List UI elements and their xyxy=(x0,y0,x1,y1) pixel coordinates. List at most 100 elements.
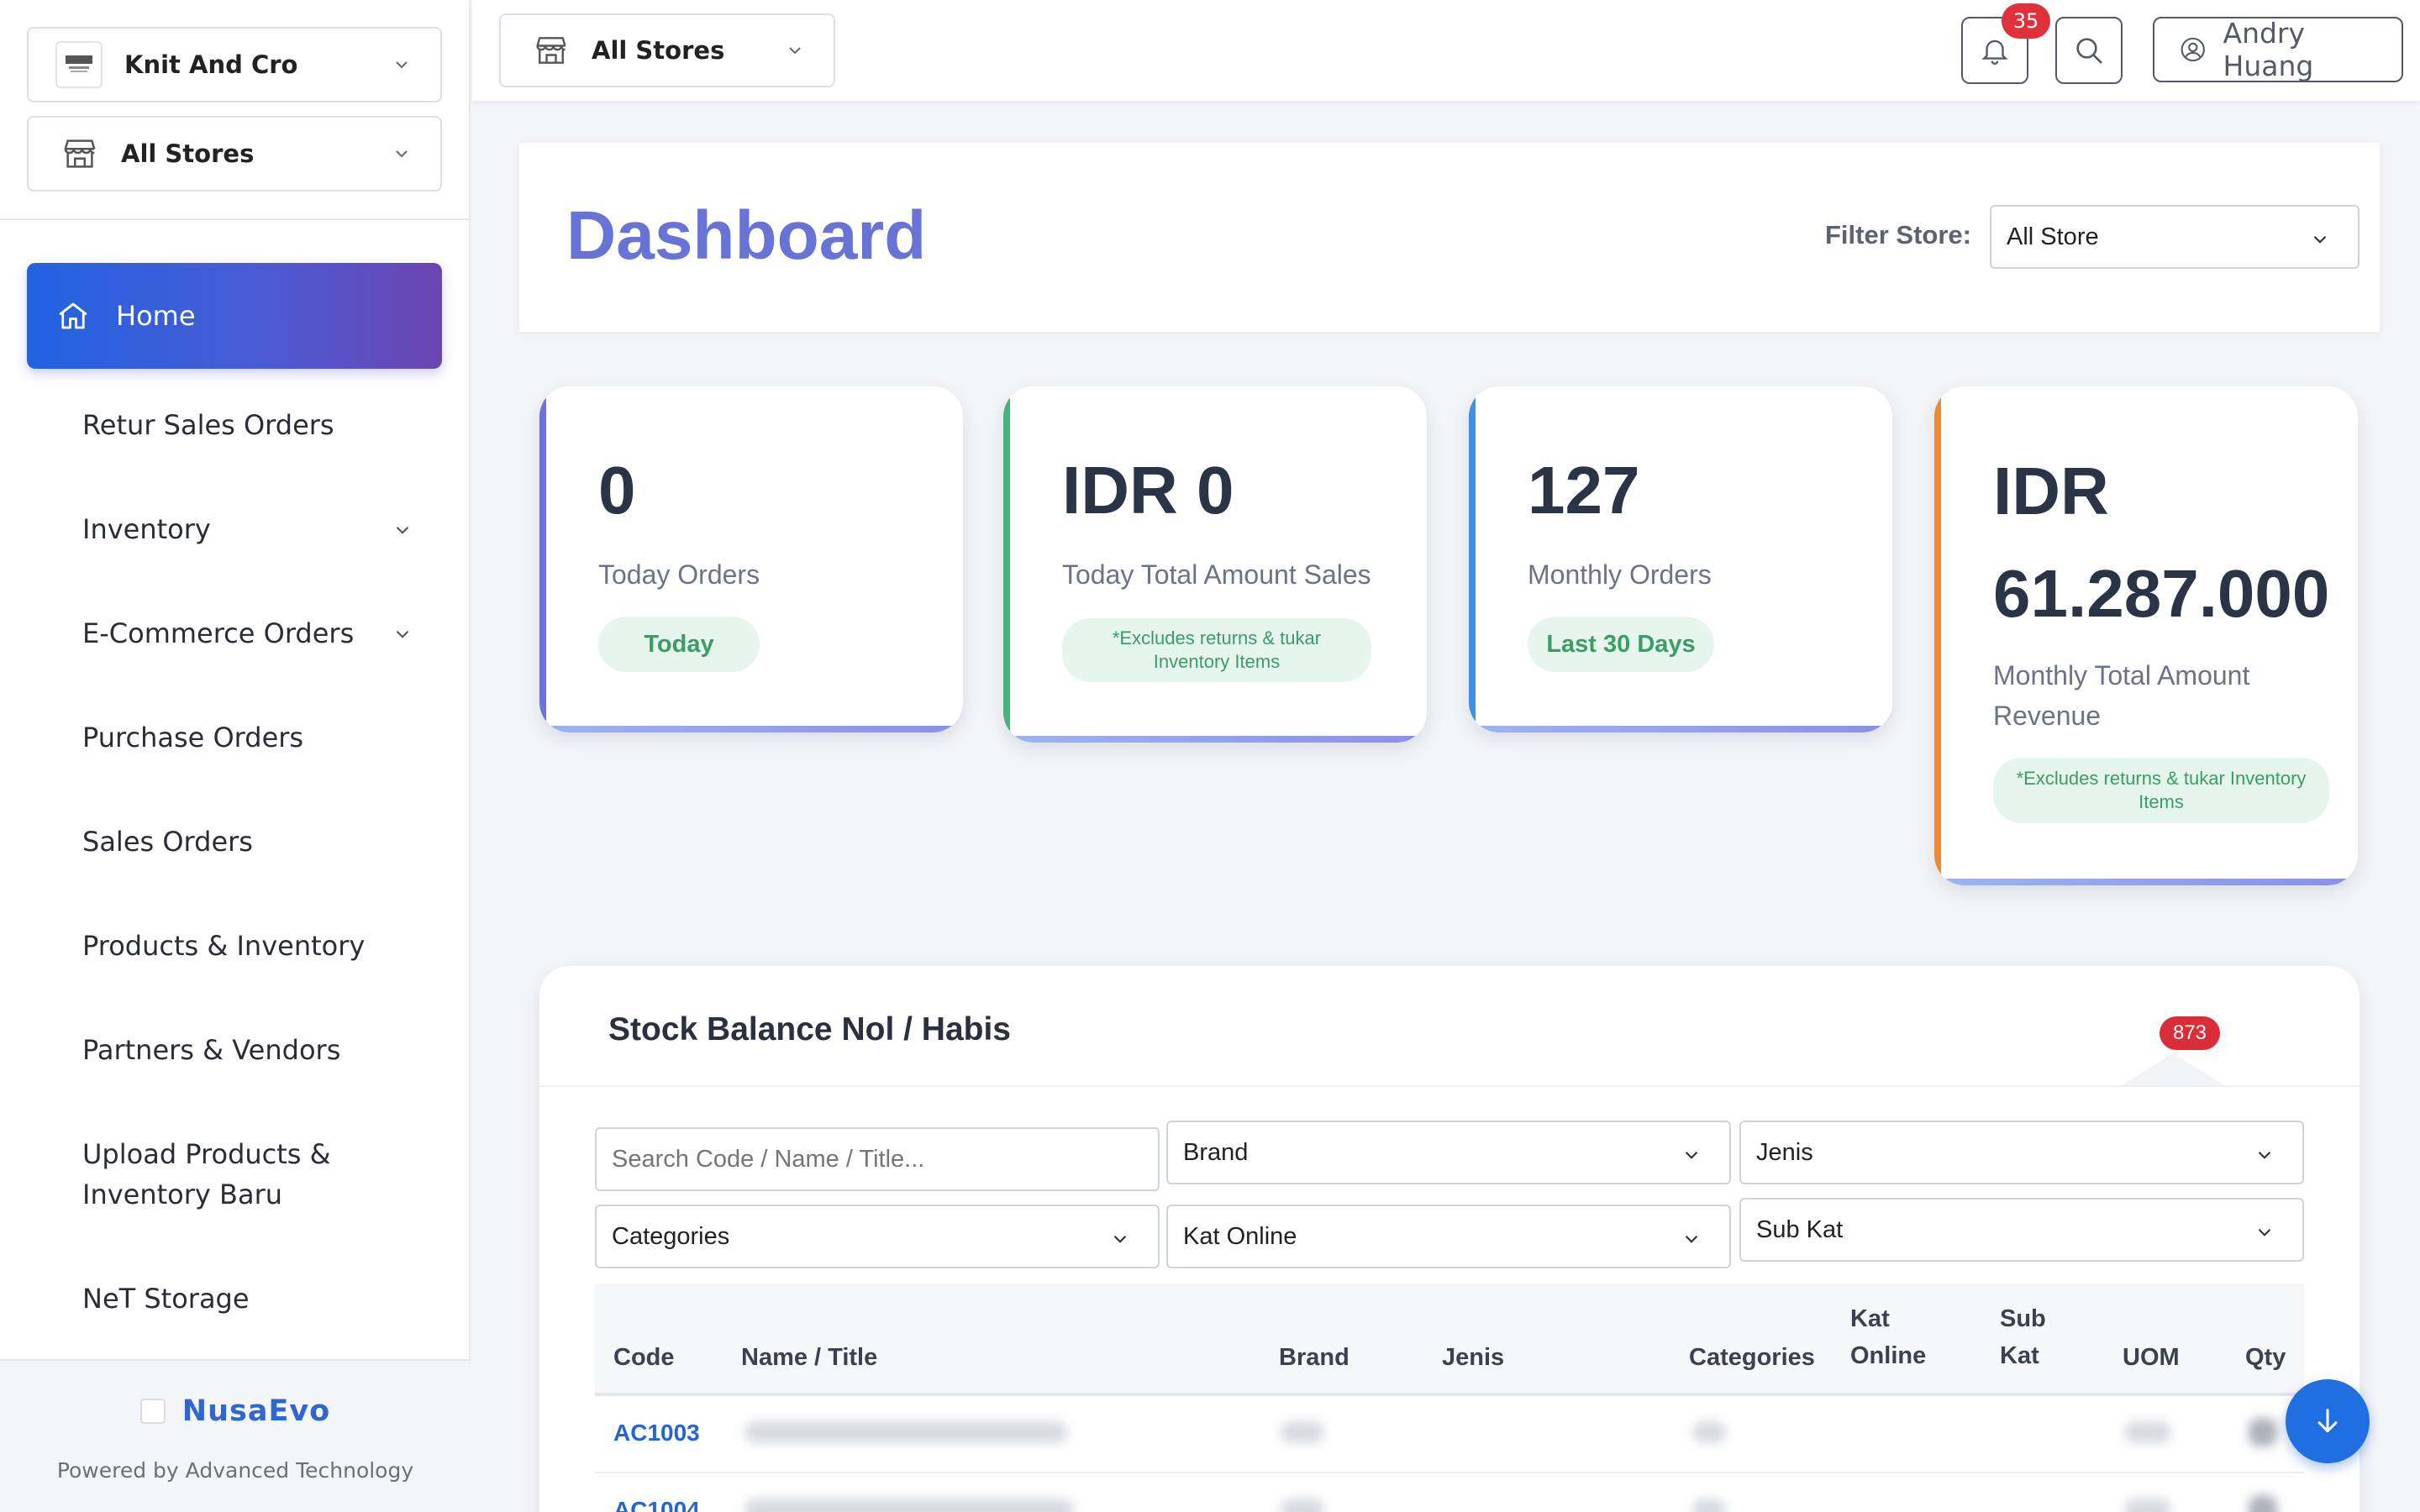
stat-pill: Last 30 Days xyxy=(1528,617,1714,672)
sidebar-item-retur-sales-orders[interactable]: Retur Sales Orders xyxy=(82,405,334,445)
stock-search-input[interactable] xyxy=(595,1127,1160,1191)
sidebar-item-purchase-orders[interactable]: Purchase Orders xyxy=(82,717,303,758)
col-header-qty[interactable]: Qty xyxy=(2245,1339,2286,1376)
blurred-cell xyxy=(2249,1495,2277,1512)
sidebar-item-label: Home xyxy=(116,300,196,332)
brand-name: NusaEvo xyxy=(182,1394,331,1428)
blurred-cell xyxy=(1692,1421,1726,1443)
stat-pill: *Excludes returns & tukar Inventory Item… xyxy=(1993,758,2329,823)
sidebar-item-net-storage[interactable]: NeT Storage xyxy=(82,1278,250,1319)
blurred-cell xyxy=(2124,1499,2171,1512)
store-icon xyxy=(536,37,566,64)
col-header-name[interactable]: Name / Title xyxy=(741,1339,877,1376)
card-accent-bar xyxy=(1934,386,1941,885)
blurred-cell xyxy=(744,1499,1074,1512)
blurred-cell xyxy=(2124,1421,2171,1443)
chevron-down-icon xyxy=(1685,1151,1698,1159)
user-circle-icon xyxy=(2181,37,2205,62)
col-header-jenis[interactable]: Jenis xyxy=(1442,1339,1504,1376)
card-accent-bar xyxy=(539,386,546,732)
arrow-down-icon xyxy=(2317,1409,2338,1433)
categories-filter-label: Categories xyxy=(612,1222,730,1250)
chevron-down-icon[interactable] xyxy=(392,519,413,541)
chevron-down-icon xyxy=(396,61,408,69)
card-bottom-bar xyxy=(1469,726,1892,732)
company-selector[interactable]: Knit And Cro xyxy=(27,27,442,102)
stat-card-monthly-orders: 127 Monthly Orders Last 30 Days xyxy=(1469,386,1892,732)
col-header-uom[interactable]: UOM xyxy=(2123,1339,2180,1376)
stat-card-today-sales: IDR 0 Today Total Amount Sales *Excludes… xyxy=(1003,386,1427,743)
sub-kat-filter-select[interactable]: Sub Kat xyxy=(1739,1198,2304,1262)
chevron-down-icon xyxy=(1685,1235,1698,1243)
stock-balance-card: Stock Balance Nol / Habis 873 Brand Jeni… xyxy=(539,966,2360,1512)
search-icon xyxy=(2076,38,2102,64)
table-row-code[interactable]: AC1003 xyxy=(613,1420,700,1446)
brand-filter-select[interactable]: Brand xyxy=(1166,1121,1731,1184)
stock-count-badge: 873 xyxy=(2160,1016,2220,1050)
col-header-code[interactable]: Code xyxy=(613,1339,675,1376)
sidebar-item-upload-products[interactable]: Upload Products & Inventory Baru xyxy=(82,1134,368,1215)
stat-card-today-orders: 0 Today Orders Today xyxy=(539,386,963,732)
scroll-down-button[interactable] xyxy=(2286,1379,2370,1463)
blurred-cell xyxy=(1281,1499,1324,1512)
company-logo xyxy=(55,41,103,88)
notification-badge: 35 xyxy=(2002,3,2050,39)
categories-filter-select[interactable]: Categories xyxy=(595,1205,1160,1268)
stat-value: 0 xyxy=(598,453,636,528)
blurred-cell xyxy=(1692,1499,1726,1512)
jenis-filter-select[interactable]: Jenis xyxy=(1739,1121,2304,1184)
stock-balance-title: Stock Balance Nol / Habis xyxy=(608,1011,1011,1047)
stat-value: IDR 61.287.000 xyxy=(1993,454,2330,631)
jenis-filter-label: Jenis xyxy=(1756,1138,1813,1166)
kat-online-filter-label: Kat Online xyxy=(1183,1222,1297,1250)
col-header-categories[interactable]: Categories xyxy=(1689,1339,1815,1376)
row-divider xyxy=(595,1472,2304,1473)
home-icon xyxy=(59,302,87,329)
store-selector[interactable]: All Stores xyxy=(27,116,442,192)
kat-online-filter-select[interactable]: Kat Online xyxy=(1166,1205,1731,1268)
card-accent-bar xyxy=(1003,386,1010,743)
card-divider xyxy=(539,1085,2360,1087)
brand-row: NusaEvo xyxy=(0,1394,471,1428)
col-header-brand[interactable]: Brand xyxy=(1279,1339,1349,1376)
stat-label: Today Orders xyxy=(598,559,760,590)
stat-card-monthly-revenue: IDR 61.287.000 Monthly Total Amount Reve… xyxy=(1934,386,2358,885)
card-bottom-bar xyxy=(1934,879,2358,885)
chevron-down-icon xyxy=(2258,1151,2271,1159)
chevron-down-icon[interactable] xyxy=(392,623,413,645)
chevron-down-icon xyxy=(1113,1235,1127,1243)
brand-filter-label: Brand xyxy=(1183,1138,1249,1166)
user-menu-button[interactable]: Andry Huang xyxy=(2153,17,2403,82)
chevron-down-icon xyxy=(396,150,408,158)
col-header-kat-online[interactable]: Kat Online xyxy=(1850,1300,1934,1374)
blurred-cell xyxy=(2249,1418,2277,1446)
sidebar-item-sales-orders[interactable]: Sales Orders xyxy=(82,822,253,862)
user-name: Andry Huang xyxy=(2223,17,2314,82)
card-accent-bar xyxy=(1469,386,1476,732)
blurred-cell xyxy=(744,1421,1067,1443)
stat-value: 127 xyxy=(1528,453,1640,528)
stat-pill: *Excludes returns & tukar Inventory Item… xyxy=(1062,618,1371,682)
card-bottom-bar xyxy=(1003,736,1427,743)
col-header-sub-kat[interactable]: Sub Kat xyxy=(2000,1300,2059,1374)
filter-store-label: Filter Store: xyxy=(1825,220,1971,249)
filter-store-select[interactable]: All Store xyxy=(1990,205,2360,269)
nusaevo-logo xyxy=(139,1399,166,1424)
sidebar-item-products-inventory[interactable]: Products & Inventory xyxy=(82,926,365,966)
sidebar-footer: NusaEvo Powered by Advanced Technology xyxy=(0,1359,471,1512)
sidebar: Knit And Cro All Stores Home Retur Sales… xyxy=(0,0,471,1512)
search-button[interactable] xyxy=(2055,17,2123,84)
sidebar-item-partners-vendors[interactable]: Partners & Vendors xyxy=(82,1030,340,1070)
table-row-code[interactable]: AC1004 xyxy=(613,1497,700,1512)
stat-label: Today Total Amount Sales xyxy=(1062,559,1371,590)
badge-pointer xyxy=(2119,1053,2227,1087)
stat-pill: Today xyxy=(598,617,760,672)
page-title: Dashboard xyxy=(566,197,927,274)
sidebar-item-ecommerce-orders[interactable]: E-Commerce Orders xyxy=(82,613,354,654)
sidebar-item-home[interactable]: Home xyxy=(27,263,442,369)
company-name: Knit And Cro xyxy=(124,50,298,79)
sidebar-item-inventory[interactable]: Inventory xyxy=(82,509,211,549)
sidebar-divider xyxy=(0,218,471,220)
topbar-store-selector[interactable]: All Stores xyxy=(499,13,835,87)
topbar: All Stores 35 Andry Huang xyxy=(472,0,2420,101)
